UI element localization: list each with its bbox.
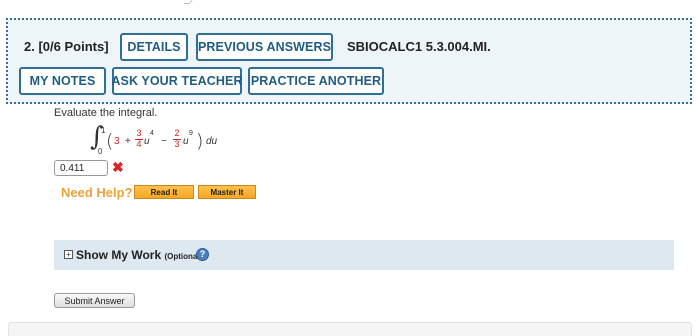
coef2-numerator: 2 <box>174 128 180 138</box>
show-my-work-text: Show My Work <box>76 248 162 262</box>
question-code: SBIOCALC1 5.3.004.MI. <box>347 39 491 54</box>
details-button[interactable]: DETAILS <box>120 33 188 61</box>
integral-expression: ∫ 1 0 ( 3 + 3 4 u 4 − 2 3 u 9 ) du <box>90 122 230 156</box>
need-help-label: Need Help? <box>61 185 133 200</box>
exponent-2: 9 <box>189 130 193 137</box>
my-notes-button[interactable]: MY NOTES <box>19 67 106 95</box>
differential: du <box>206 136 218 147</box>
coefficient-fraction-2: 2 3 <box>173 129 181 149</box>
coef2-denominator: 3 <box>174 139 180 149</box>
left-paren: ( <box>106 130 114 152</box>
show-my-work-panel[interactable]: + Show My Work (Optional) ? <box>54 240 674 270</box>
submit-answer-button[interactable]: Submit Answer <box>54 293 135 308</box>
variable-2: u <box>183 136 189 147</box>
question-index: 2. <box>24 39 35 54</box>
x-mark-icon: ✖ <box>112 159 124 175</box>
help-question-icon[interactable]: ? <box>196 248 209 261</box>
coefficient-fraction-1: 3 4 <box>135 129 143 149</box>
upper-bound: 1 <box>101 126 106 135</box>
top-divider <box>0 0 700 8</box>
question-header: 2. [0/6 Points] DETAILS PREVIOUS ANSWERS… <box>6 18 692 104</box>
exponent-1: 4 <box>150 130 154 137</box>
lower-bound: 0 <box>98 147 103 156</box>
read-it-button[interactable]: Read It <box>134 185 194 199</box>
show-my-work-label[interactable]: Show My Work (Optional) <box>76 248 202 262</box>
practice-another-button[interactable]: PRACTICE ANOTHER <box>248 67 384 95</box>
coef1-numerator: 3 <box>136 128 142 138</box>
next-question-container <box>8 322 692 336</box>
question-points: [0/6 Points] <box>38 39 109 54</box>
ask-teacher-button[interactable]: ASK YOUR TEACHER <box>111 67 243 95</box>
master-it-button[interactable]: Master It <box>198 185 256 199</box>
expand-icon[interactable]: + <box>64 250 73 259</box>
plus-operator: + <box>125 136 131 147</box>
previous-answers-button[interactable]: PREVIOUS ANSWERS <box>196 33 333 61</box>
constant-term: 3 <box>114 136 120 147</box>
variable-1: u <box>144 136 150 147</box>
coef1-denominator: 4 <box>136 139 142 149</box>
collapse-caret <box>183 0 193 4</box>
answer-input[interactable] <box>54 160 108 176</box>
minus-operator: − <box>161 136 167 147</box>
question-number: 2. [0/6 Points] <box>24 39 109 54</box>
right-paren: ) <box>196 130 204 152</box>
problem-prompt: Evaluate the integral. <box>54 107 158 119</box>
